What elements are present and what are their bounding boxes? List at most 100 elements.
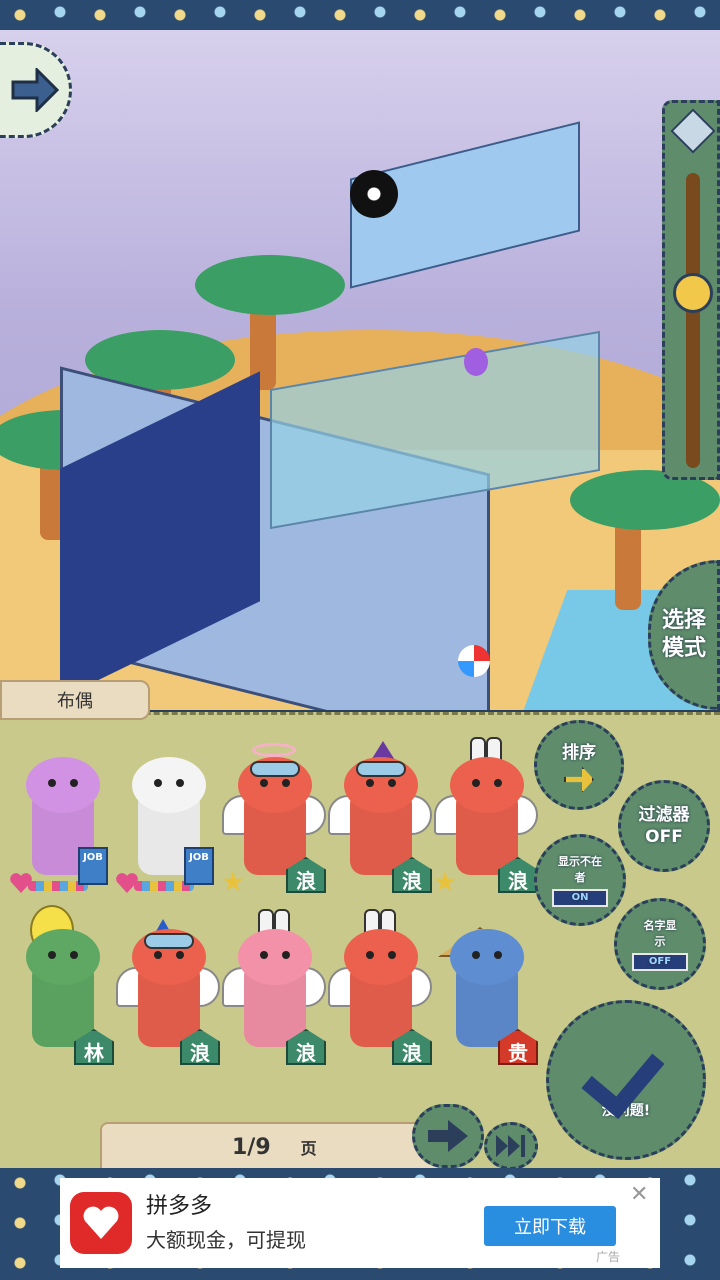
goggles-icon xyxy=(144,933,194,949)
doll-card[interactable]: 浪 xyxy=(434,735,538,905)
show-absent-state: ON xyxy=(552,889,608,907)
doll-eye xyxy=(154,779,162,787)
zoom-knob[interactable] xyxy=(673,273,713,313)
heart-logo-icon xyxy=(83,1206,119,1239)
doll-card[interactable]: 林 xyxy=(10,905,114,1077)
doll-eye xyxy=(176,779,184,787)
pinduoduo-logo-icon xyxy=(70,1192,132,1254)
house-badge-label: 浪 xyxy=(402,1040,422,1065)
doll-eye xyxy=(260,779,268,787)
last-page-button[interactable] xyxy=(484,1122,538,1170)
doll-eye xyxy=(388,779,396,787)
doll-eye xyxy=(472,779,480,787)
page-unit: 页 xyxy=(300,1139,317,1158)
doll-card[interactable]: 浪 xyxy=(328,907,432,1077)
sort-label: 排序 xyxy=(562,742,596,763)
doll-card[interactable]: JOB xyxy=(116,735,220,905)
doll-eye xyxy=(48,951,56,959)
doll-eye xyxy=(48,779,56,787)
ad-subtitle: 大额现金，可提现 xyxy=(146,1228,306,1252)
halo-icon xyxy=(252,743,296,757)
job-tag-icon: JOB xyxy=(78,847,108,885)
star-icon xyxy=(434,871,456,892)
doll-eye xyxy=(282,951,290,959)
doll-eye xyxy=(154,951,162,959)
tab-dolls[interactable]: 布偶 xyxy=(0,680,150,720)
arrow-right-icon xyxy=(428,1120,468,1152)
goggles-icon xyxy=(356,761,406,777)
page-number: 1/9 xyxy=(232,1134,271,1160)
palm-tree-leaves xyxy=(195,255,345,315)
doll-card[interactable]: 浪 xyxy=(222,907,326,1077)
doll-figure xyxy=(350,947,412,1047)
house-badge-label: 贵 xyxy=(508,1040,528,1065)
black-hole-portal[interactable] xyxy=(350,170,398,218)
doll-figure xyxy=(456,947,518,1047)
camera-cube-icon xyxy=(670,108,716,154)
show-absent-label: 显示不在者 xyxy=(558,855,602,884)
zoom-slider[interactable] xyxy=(662,100,720,480)
house-badge-label: 浪 xyxy=(402,868,422,893)
name-display-toggle[interactable]: 名字显示 OFF xyxy=(614,898,706,990)
filter-label: 过滤器 xyxy=(638,805,690,825)
doll-eye xyxy=(388,951,396,959)
name-display-state: OFF xyxy=(632,953,688,971)
doll-card[interactable]: JOB xyxy=(10,735,114,905)
checkmark-icon xyxy=(581,1040,671,1100)
doll-eye xyxy=(70,779,78,787)
doll-eye xyxy=(472,951,480,959)
doll-eye xyxy=(494,951,502,959)
ad-close-icon[interactable]: ✕ xyxy=(630,1182,648,1207)
ad-title: 拼多多 xyxy=(146,1194,213,1219)
house-badge-label: 林 xyxy=(84,1040,104,1065)
star-icon xyxy=(222,871,244,892)
select-mode-label: 选择模式 xyxy=(661,608,706,661)
top-star-border xyxy=(0,0,720,30)
doll-card[interactable]: 浪 xyxy=(116,907,220,1077)
doll-figure xyxy=(138,947,200,1047)
show-absent-toggle[interactable]: 显示不在者 ON xyxy=(534,834,626,926)
doll-eye xyxy=(494,779,502,787)
goggles-icon xyxy=(250,761,300,777)
house-badge-label: 浪 xyxy=(296,1040,316,1065)
doll-eye xyxy=(366,951,374,959)
doll-eye xyxy=(176,951,184,959)
name-display-label: 名字显示 xyxy=(643,919,677,948)
ad-label: 广告 xyxy=(596,1250,621,1264)
doll-card[interactable]: 贵 xyxy=(434,907,538,1077)
doll-eye xyxy=(282,779,290,787)
doll-figure xyxy=(350,775,412,875)
doll-eye xyxy=(70,951,78,959)
filter-state: OFF xyxy=(645,827,683,847)
sort-button[interactable]: 排序 xyxy=(534,720,624,810)
zoom-track[interactable] xyxy=(686,173,700,468)
doll-figure xyxy=(244,775,306,875)
house-badge-label: 浪 xyxy=(508,868,528,893)
doll-eye xyxy=(260,951,268,959)
doll-card[interactable]: 浪 xyxy=(328,735,432,905)
doll-figure xyxy=(244,947,306,1047)
ad-banner[interactable]: 拼多多 大额现金，可提现 立即下载 ✕ 广告 xyxy=(60,1178,660,1268)
confirm-ok-button[interactable]: 没问题! xyxy=(546,1000,706,1160)
job-tag-icon: JOB xyxy=(184,847,214,885)
doll-figure xyxy=(456,775,518,875)
doll-grid: JOB JOB 浪 浪 浪 林 浪 浪 浪 贵 xyxy=(10,735,550,1085)
doll-figure xyxy=(32,947,94,1047)
doll-card[interactable]: 浪 xyxy=(222,735,326,905)
sort-arrow-icon xyxy=(564,766,594,793)
page-indicator: 1/9 页 xyxy=(100,1122,440,1172)
house-badge-label: 浪 xyxy=(296,868,316,893)
job-tag-label: JOB xyxy=(189,852,209,863)
fast-forward-icon xyxy=(496,1135,525,1157)
filter-button[interactable]: 过滤器 OFF xyxy=(618,780,710,872)
game-scene[interactable] xyxy=(0,30,720,710)
doll-eye xyxy=(366,779,374,787)
purple-balloon xyxy=(464,348,488,376)
house-badge-label: 浪 xyxy=(190,1040,210,1065)
tab-dolls-label: 布偶 xyxy=(57,691,93,712)
job-tag-label: JOB xyxy=(83,852,103,863)
ad-download-button[interactable]: 立即下载 xyxy=(484,1206,616,1246)
next-page-button[interactable] xyxy=(412,1104,484,1168)
arrow-right-icon xyxy=(11,68,59,112)
beach-ball[interactable] xyxy=(458,645,490,677)
